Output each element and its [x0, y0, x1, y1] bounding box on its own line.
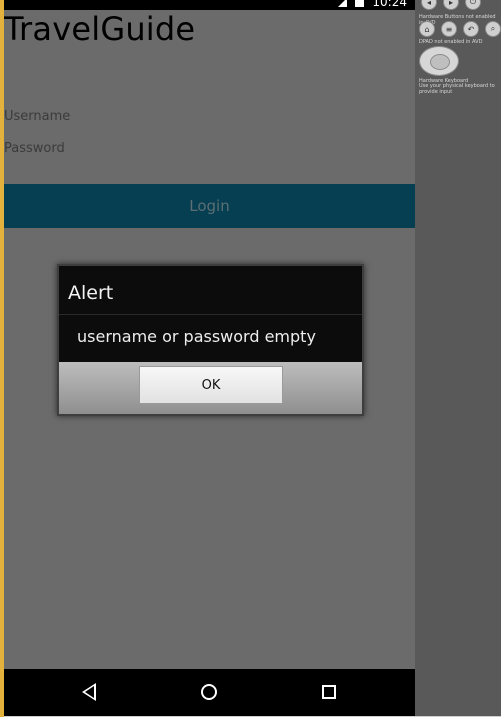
- navigation-bar: [4, 669, 415, 717]
- username-input[interactable]: [4, 104, 415, 128]
- recent-apps-icon[interactable]: [322, 685, 336, 699]
- dpad-control[interactable]: [419, 46, 459, 76]
- volume-buttons-row: ◂ ▸ ⏻: [421, 0, 481, 10]
- alert-footer: OK: [59, 362, 362, 414]
- status-time: 10:24: [372, 0, 407, 9]
- password-field[interactable]: [4, 136, 415, 160]
- alert-divider: [59, 314, 362, 315]
- alert-title: Alert: [68, 282, 114, 304]
- power-icon[interactable]: ⏻: [465, 0, 481, 10]
- search-hw-icon[interactable]: ⌕: [485, 21, 501, 37]
- volume-down-icon[interactable]: ◂: [421, 0, 437, 10]
- ok-button[interactable]: OK: [139, 366, 283, 404]
- status-icons: 10:24: [338, 0, 407, 10]
- signal-icon: [338, 0, 348, 7]
- login-button[interactable]: Login: [4, 184, 415, 228]
- device-screen: 10:24 TravelGuide Login Alert username o…: [4, 0, 415, 717]
- password-input[interactable]: [4, 136, 415, 160]
- sim-icon: [355, 0, 365, 7]
- back-icon[interactable]: [82, 683, 96, 701]
- dpad-label: DPAD not enabled in AVD: [419, 39, 483, 45]
- hardware-buttons-row: ⌂ ≡ ↶ ⌕: [419, 21, 501, 37]
- home-icon[interactable]: [201, 684, 217, 700]
- menu-hw-icon[interactable]: ≡: [441, 21, 457, 37]
- login-button-label: Login: [189, 197, 230, 215]
- keyboard-hint: Use your physical keyboard to provide in…: [419, 83, 495, 95]
- app-title: TravelGuide: [4, 10, 196, 48]
- volume-up-icon[interactable]: ▸: [443, 0, 459, 10]
- status-bar: 10:24: [4, 0, 415, 10]
- emulator-controls-panel: ◂ ▸ ⏻ Hardware Buttons not enabled in AV…: [415, 0, 501, 717]
- alert-dialog: Alert username or password empty OK: [57, 264, 364, 416]
- username-field[interactable]: [4, 104, 415, 128]
- ok-button-label: OK: [201, 377, 221, 393]
- alert-message: username or password empty: [77, 327, 316, 346]
- home-hw-icon[interactable]: ⌂: [419, 21, 435, 37]
- back-hw-icon[interactable]: ↶: [463, 21, 479, 37]
